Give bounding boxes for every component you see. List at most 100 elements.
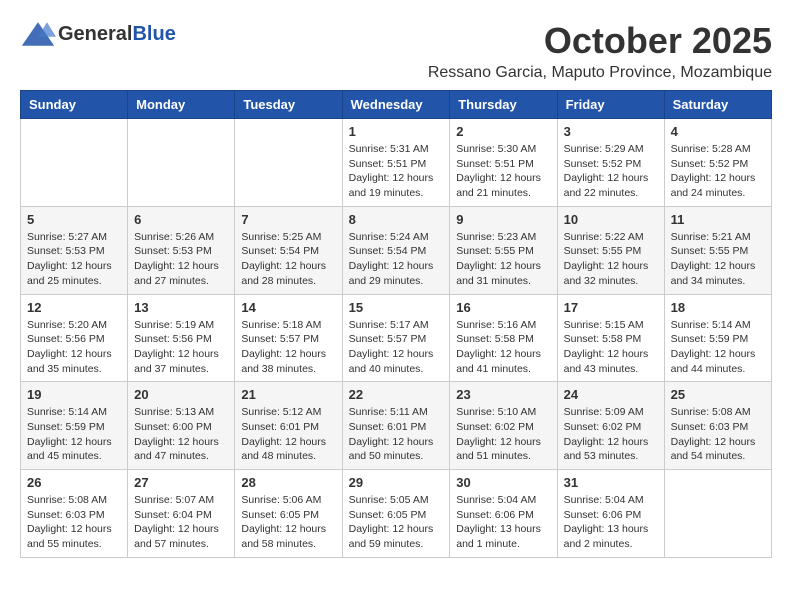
calendar-cell: 27 Sunrise: 5:07 AM Sunset: 6:04 PM Dayli… [128, 470, 235, 558]
calendar-cell: 19 Sunrise: 5:14 AM Sunset: 5:59 PM Dayli… [21, 382, 128, 470]
cell-content: Sunrise: 5:10 AM Sunset: 6:02 PM Dayligh… [456, 405, 550, 464]
calendar-cell: 13 Sunrise: 5:19 AM Sunset: 5:56 PM Dayli… [128, 294, 235, 382]
month-title: October 2025 [428, 20, 772, 62]
cell-content: Sunrise: 5:09 AM Sunset: 6:02 PM Dayligh… [564, 405, 658, 464]
day-number: 28 [241, 475, 335, 490]
day-number: 2 [456, 124, 550, 139]
cell-content: Sunrise: 5:12 AM Sunset: 6:01 PM Dayligh… [241, 405, 335, 464]
day-number: 18 [671, 300, 765, 315]
day-number: 17 [564, 300, 658, 315]
calendar-cell: 14 Sunrise: 5:18 AM Sunset: 5:57 PM Dayli… [235, 294, 342, 382]
calendar-cell [21, 119, 128, 207]
calendar-cell: 10Sunrise: 5:22 AM Sunset: 5:55 PM Dayli… [557, 206, 664, 294]
day-number: 3 [564, 124, 658, 139]
day-number: 4 [671, 124, 765, 139]
day-number: 19 [27, 387, 121, 402]
cell-content: Sunrise: 5:20 AM Sunset: 5:56 PM Dayligh… [27, 318, 121, 377]
calendar-cell: 5 Sunrise: 5:27 AM Sunset: 5:53 PM Daylig… [21, 206, 128, 294]
calendar-cell: 28 Sunrise: 5:06 AM Sunset: 6:05 PM Dayli… [235, 470, 342, 558]
day-number: 29 [349, 475, 444, 490]
calendar-cell: 11 Sunrise: 5:21 AM Sunset: 5:55 PM Dayli… [664, 206, 771, 294]
cell-content: Sunrise: 5:07 AM Sunset: 6:04 PM Dayligh… [134, 493, 228, 552]
cell-content: Sunrise: 5:22 AM Sunset: 5:55 PM Dayligh… [564, 230, 658, 289]
cell-content: Sunrise: 5:08 AM Sunset: 6:03 PM Dayligh… [27, 493, 121, 552]
calendar-cell: 20 Sunrise: 5:13 AM Sunset: 6:00 PM Dayli… [128, 382, 235, 470]
day-header-tuesday: Tuesday [235, 91, 342, 119]
cell-content: Sunrise: 5:06 AM Sunset: 6:05 PM Dayligh… [241, 493, 335, 552]
cell-content: Sunrise: 5:14 AM Sunset: 5:59 PM Dayligh… [671, 318, 765, 377]
calendar-cell: 23 Sunrise: 5:10 AM Sunset: 6:02 PM Dayli… [450, 382, 557, 470]
calendar-cell: 17Sunrise: 5:15 AM Sunset: 5:58 PM Dayli… [557, 294, 664, 382]
calendar-cell: 21 Sunrise: 5:12 AM Sunset: 6:01 PM Dayli… [235, 382, 342, 470]
cell-content: Sunrise: 5:19 AM Sunset: 5:56 PM Dayligh… [134, 318, 228, 377]
day-number: 1 [349, 124, 444, 139]
logo-icon [20, 20, 56, 48]
day-number: 5 [27, 212, 121, 227]
cell-content: Sunrise: 5:30 AM Sunset: 5:51 PM Dayligh… [456, 142, 550, 201]
calendar-cell: 25Sunrise: 5:08 AM Sunset: 6:03 PM Dayli… [664, 382, 771, 470]
day-number: 26 [27, 475, 121, 490]
calendar-cell: 29 Sunrise: 5:05 AM Sunset: 6:05 PM Dayli… [342, 470, 450, 558]
day-number: 25 [671, 387, 765, 402]
calendar-cell: 1 Sunrise: 5:31 AM Sunset: 5:51 PM Daylig… [342, 119, 450, 207]
day-number: 13 [134, 300, 228, 315]
cell-content: Sunrise: 5:26 AM Sunset: 5:53 PM Dayligh… [134, 230, 228, 289]
cell-content: Sunrise: 5:31 AM Sunset: 5:51 PM Dayligh… [349, 142, 444, 201]
day-header-sunday: Sunday [21, 91, 128, 119]
calendar-cell: 15 Sunrise: 5:17 AM Sunset: 5:57 PM Dayli… [342, 294, 450, 382]
calendar-week-2: 5 Sunrise: 5:27 AM Sunset: 5:53 PM Daylig… [21, 206, 772, 294]
day-number: 22 [349, 387, 444, 402]
cell-content: Sunrise: 5:28 AM Sunset: 5:52 PM Dayligh… [671, 142, 765, 201]
day-header-wednesday: Wednesday [342, 91, 450, 119]
logo-blue: Blue [132, 23, 175, 46]
page-header: GeneralBlue October 2025 Ressano Garcia,… [20, 20, 772, 82]
cell-content: Sunrise: 5:05 AM Sunset: 6:05 PM Dayligh… [349, 493, 444, 552]
cell-content: Sunrise: 5:14 AM Sunset: 5:59 PM Dayligh… [27, 405, 121, 464]
calendar-cell: 8 Sunrise: 5:24 AM Sunset: 5:54 PM Daylig… [342, 206, 450, 294]
calendar-cell: 3Sunrise: 5:29 AM Sunset: 5:52 PM Daylig… [557, 119, 664, 207]
cell-content: Sunrise: 5:21 AM Sunset: 5:55 PM Dayligh… [671, 230, 765, 289]
location-subtitle: Ressano Garcia, Maputo Province, Mozambi… [428, 64, 772, 82]
cell-content: Sunrise: 5:11 AM Sunset: 6:01 PM Dayligh… [349, 405, 444, 464]
calendar-cell: 24 Sunrise: 5:09 AM Sunset: 6:02 PM Dayli… [557, 382, 664, 470]
calendar-table: SundayMondayTuesdayWednesdayThursdayFrid… [20, 90, 772, 558]
day-number: 23 [456, 387, 550, 402]
day-number: 8 [349, 212, 444, 227]
title-section: October 2025 Ressano Garcia, Maputo Prov… [428, 20, 772, 82]
cell-content: Sunrise: 5:04 AM Sunset: 6:06 PM Dayligh… [564, 493, 658, 552]
cell-content: Sunrise: 5:18 AM Sunset: 5:57 PM Dayligh… [241, 318, 335, 377]
day-number: 27 [134, 475, 228, 490]
cell-content: Sunrise: 5:25 AM Sunset: 5:54 PM Dayligh… [241, 230, 335, 289]
day-number: 14 [241, 300, 335, 315]
calendar-week-5: 26 Sunrise: 5:08 AM Sunset: 6:03 PM Dayli… [21, 470, 772, 558]
day-number: 6 [134, 212, 228, 227]
cell-content: Sunrise: 5:27 AM Sunset: 5:53 PM Dayligh… [27, 230, 121, 289]
cell-content: Sunrise: 5:04 AM Sunset: 6:06 PM Dayligh… [456, 493, 550, 552]
day-number: 12 [27, 300, 121, 315]
day-number: 20 [134, 387, 228, 402]
cell-content: Sunrise: 5:16 AM Sunset: 5:58 PM Dayligh… [456, 318, 550, 377]
day-number: 15 [349, 300, 444, 315]
cell-content: Sunrise: 5:17 AM Sunset: 5:57 PM Dayligh… [349, 318, 444, 377]
logo-general: General [58, 23, 132, 46]
day-number: 21 [241, 387, 335, 402]
calendar-cell [128, 119, 235, 207]
calendar-week-4: 19 Sunrise: 5:14 AM Sunset: 5:59 PM Dayli… [21, 382, 772, 470]
day-number: 24 [564, 387, 658, 402]
day-number: 16 [456, 300, 550, 315]
calendar-cell: 30 Sunrise: 5:04 AM Sunset: 6:06 PM Dayli… [450, 470, 557, 558]
calendar-cell [235, 119, 342, 207]
calendar-cell: 9Sunrise: 5:23 AM Sunset: 5:55 PM Daylig… [450, 206, 557, 294]
calendar-cell: 4 Sunrise: 5:28 AM Sunset: 5:52 PM Daylig… [664, 119, 771, 207]
day-header-monday: Monday [128, 91, 235, 119]
calendar-cell: 12 Sunrise: 5:20 AM Sunset: 5:56 PM Dayli… [21, 294, 128, 382]
logo: GeneralBlue [20, 20, 176, 48]
day-number: 30 [456, 475, 550, 490]
calendar-cell: 31Sunrise: 5:04 AM Sunset: 6:06 PM Dayli… [557, 470, 664, 558]
cell-content: Sunrise: 5:13 AM Sunset: 6:00 PM Dayligh… [134, 405, 228, 464]
day-number: 11 [671, 212, 765, 227]
calendar-week-3: 12 Sunrise: 5:20 AM Sunset: 5:56 PM Dayli… [21, 294, 772, 382]
calendar-cell: 7Sunrise: 5:25 AM Sunset: 5:54 PM Daylig… [235, 206, 342, 294]
calendar-cell [664, 470, 771, 558]
cell-content: Sunrise: 5:24 AM Sunset: 5:54 PM Dayligh… [349, 230, 444, 289]
